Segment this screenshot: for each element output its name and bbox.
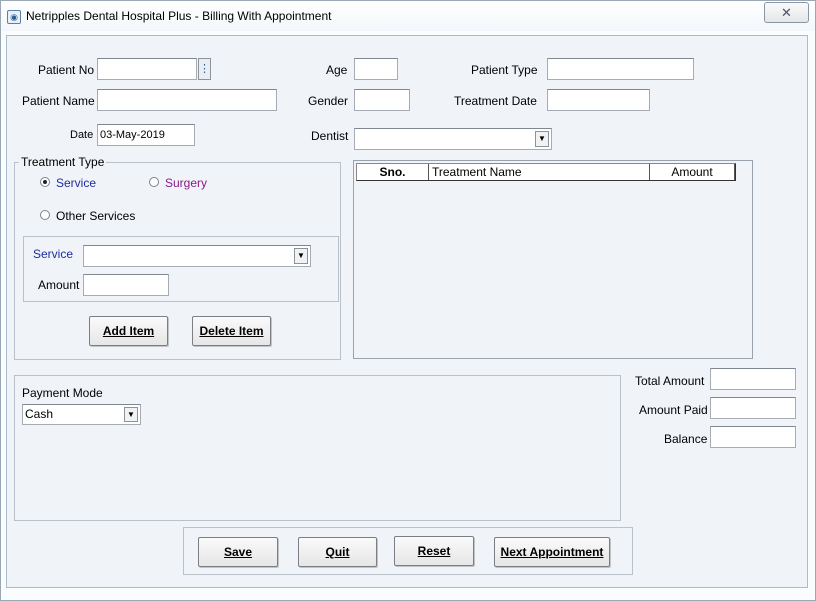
payment-mode-dropdown[interactable]: Cash ▼ — [22, 404, 141, 425]
total-amount-field[interactable] — [710, 368, 796, 390]
patient-no-field[interactable] — [97, 58, 197, 80]
surgery-radio-label[interactable]: Surgery — [165, 176, 207, 190]
payment-mode-value: Cash — [25, 407, 54, 421]
patient-name-label: Patient Name — [22, 94, 95, 108]
treatment-type-group: Treatment Type Service Surgery Other Ser… — [14, 155, 341, 360]
chevron-down-icon[interactable]: ▼ — [535, 131, 549, 147]
tooth-icon: ◉ — [7, 10, 21, 24]
gender-label: Gender — [308, 94, 349, 108]
quit-button[interactable]: Quit — [298, 537, 377, 567]
patient-lookup-button[interactable]: ⋮ — [198, 58, 211, 80]
amount-paid-label: Amount Paid — [639, 403, 708, 417]
chevron-down-icon[interactable]: ▼ — [294, 248, 308, 264]
treatment-date-label: Treatment Date — [454, 94, 537, 108]
dentist-dropdown[interactable]: ▼ — [354, 128, 552, 150]
service-radio-label[interactable]: Service — [56, 176, 96, 190]
window-title: Netripples Dental Hospital Plus - Billin… — [26, 9, 332, 23]
col-treatment-name[interactable]: Treatment Name — [429, 164, 650, 180]
chevron-down-icon[interactable]: ▼ — [124, 407, 138, 422]
date-label: Date — [70, 129, 94, 141]
patient-no-label: Patient No — [38, 63, 95, 77]
billing-form: Patient No ⋮ Age Patient Type Patient Na… — [6, 35, 808, 588]
treatment-type-title: Treatment Type — [19, 155, 107, 169]
amount-paid-field[interactable] — [710, 397, 796, 419]
payment-mode-group: Payment Mode Cash ▼ — [14, 375, 621, 521]
service-entry-box: Service ▼ Amount — [23, 236, 339, 302]
patient-name-field[interactable] — [97, 89, 277, 111]
total-amount-label: Total Amount — [635, 374, 705, 388]
balance-label: Balance — [664, 432, 708, 446]
save-button[interactable]: Save — [198, 537, 278, 567]
service-radio[interactable] — [40, 177, 50, 187]
date-field[interactable]: 03-May-2019 — [97, 124, 195, 146]
payment-mode-label: Payment Mode — [22, 386, 103, 400]
surgery-radio[interactable] — [149, 177, 159, 187]
grid-header: Sno. Treatment Name Amount — [356, 163, 736, 181]
col-amount[interactable]: Amount — [650, 164, 735, 180]
balance-field[interactable] — [710, 426, 796, 448]
other-services-radio[interactable] — [40, 210, 50, 220]
dentist-label: Dentist — [311, 129, 349, 143]
service-label: Service — [33, 247, 74, 261]
patient-type-label: Patient Type — [471, 63, 538, 77]
action-bar: Save Quit Reset Next Appointment — [183, 527, 633, 575]
service-dropdown[interactable]: ▼ — [83, 245, 311, 267]
reset-button[interactable]: Reset — [394, 536, 474, 566]
title-bar[interactable]: ◉ Netripples Dental Hospital Plus - Bill… — [1, 1, 815, 31]
add-item-button[interactable]: Add Item — [89, 316, 168, 346]
items-grid[interactable]: Sno. Treatment Name Amount — [353, 160, 753, 359]
other-services-radio-label[interactable]: Other Services — [56, 209, 135, 223]
col-sno[interactable]: Sno. — [357, 164, 429, 180]
age-field[interactable] — [354, 58, 398, 80]
age-label: Age — [326, 63, 348, 77]
close-button[interactable]: ✕ — [764, 2, 809, 23]
next-appointment-button[interactable]: Next Appointment — [494, 537, 610, 567]
amount-label: Amount — [38, 278, 80, 292]
treatment-date-field[interactable] — [547, 89, 650, 111]
billing-window: ◉ Netripples Dental Hospital Plus - Bill… — [0, 0, 816, 601]
gender-field[interactable] — [354, 89, 410, 111]
amount-field[interactable] — [83, 274, 169, 296]
patient-type-field[interactable] — [547, 58, 694, 80]
delete-item-button[interactable]: Delete Item — [192, 316, 271, 346]
